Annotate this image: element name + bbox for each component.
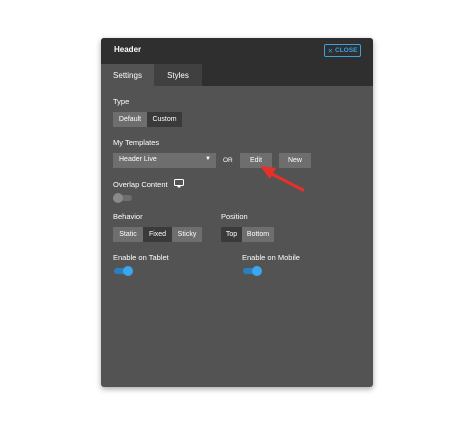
type-option-custom[interactable]: Custom [147,112,182,127]
tab-settings[interactable]: Settings [101,64,154,86]
overlap-content-label: Overlap Content [113,180,168,189]
monitor-icon[interactable] [174,179,184,188]
close-button-label: CLOSE [335,47,358,54]
panel-title: Header [114,45,142,54]
position-option-top[interactable]: Top [221,227,242,242]
enable-mobile-toggle[interactable] [242,266,262,276]
behavior-option-static[interactable]: Static [113,227,143,242]
position-option-bottom[interactable]: Bottom [242,227,274,242]
panel-header: Header ✕ CLOSE [101,38,373,64]
or-label: OR [223,157,233,164]
my-templates-label: My Templates [113,138,160,147]
position-label: Position [221,212,248,221]
tab-bar: Settings Styles [101,64,373,86]
behavior-segmented-control: Static Fixed Sticky [113,227,202,242]
position-segmented-control: Top Bottom [221,227,274,242]
new-template-button[interactable]: New [279,153,311,168]
template-select-value: Header Live [119,156,157,163]
enable-mobile-label: Enable on Mobile [242,253,300,262]
close-button[interactable]: ✕ CLOSE [324,44,361,57]
enable-tablet-label: Enable on Tablet [113,253,169,262]
toggle-knob [252,266,262,276]
behavior-option-sticky[interactable]: Sticky [172,227,202,242]
type-segmented-control: Default Custom [113,112,182,127]
chevron-down-icon: ▼ [205,156,211,162]
behavior-label: Behavior [113,212,143,221]
header-settings-panel: Header ✕ CLOSE Settings Styles Type Defa… [101,38,373,387]
toggle-knob [113,193,123,203]
type-label: Type [113,97,130,106]
type-option-default[interactable]: Default [113,112,147,127]
toggle-knob [123,266,133,276]
overlap-content-toggle[interactable] [113,193,133,203]
tab-styles[interactable]: Styles [154,64,202,86]
behavior-option-fixed[interactable]: Fixed [143,227,172,242]
enable-tablet-toggle[interactable] [113,266,133,276]
edit-template-button[interactable]: Edit [240,153,272,168]
close-x-icon: ✕ [327,47,334,55]
template-select[interactable]: Header Live ▼ [113,153,216,168]
